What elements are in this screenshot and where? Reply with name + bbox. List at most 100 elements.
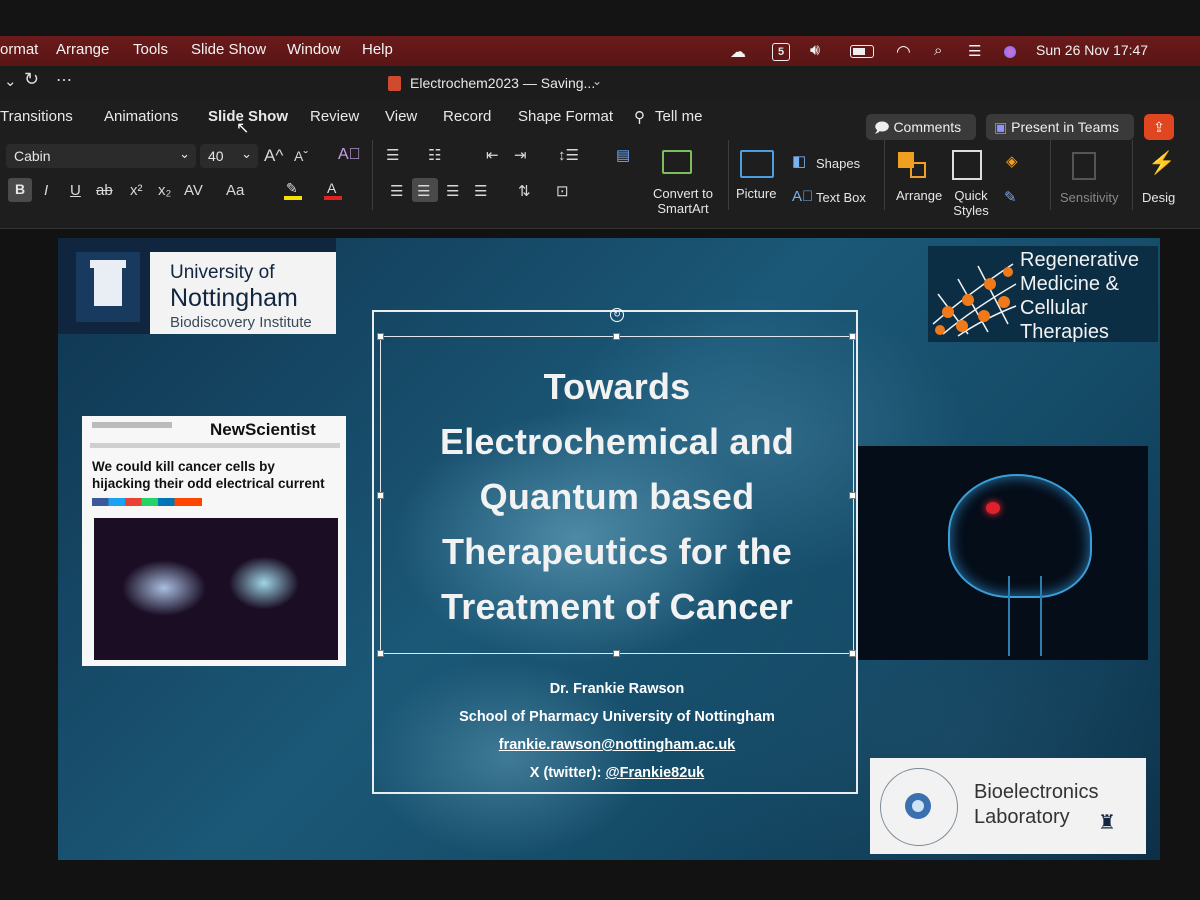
quick-styles-label[interactable]: Quick Styles <box>946 188 996 218</box>
comment-icon: 🗩︎ <box>874 119 890 135</box>
font-size-value: 40 <box>208 148 224 164</box>
tell-me[interactable]: Tell me <box>655 108 703 125</box>
resize-handle[interactable] <box>613 333 620 340</box>
menu-help[interactable]: Help <box>362 41 393 58</box>
wifi-icon[interactable]: ◠ <box>896 42 911 62</box>
lightbulb-icon[interactable]: ⚲ <box>634 108 645 126</box>
present-teams-button[interactable]: ▣ Present in Teams <box>986 114 1134 140</box>
designer-icon[interactable]: ⚡ <box>1148 150 1175 176</box>
align-text-icon[interactable]: ⊡ <box>556 182 569 200</box>
strikethrough-button[interactable]: ab <box>96 182 113 199</box>
control-center-icon[interactable]: ☰ <box>968 42 981 60</box>
author-email-link[interactable]: frankie.rawson@nottingham.ac.uk <box>380 737 854 753</box>
menu-tools[interactable]: Tools <box>133 41 168 58</box>
resize-handle[interactable] <box>613 650 620 657</box>
font-name-select[interactable]: Cabin ⌄ <box>6 144 196 168</box>
siri-icon[interactable] <box>1004 46 1016 58</box>
news-clipping[interactable]: NewScientist We could kill cancer cells … <box>82 416 346 666</box>
quick-styles-icon[interactable] <box>952 150 982 180</box>
increase-indent-icon[interactable]: ⇥ <box>514 146 527 164</box>
italic-button[interactable]: I <box>44 182 48 199</box>
menu-window[interactable]: Window <box>287 41 340 58</box>
creative-cloud-icon[interactable]: ☁ <box>730 42 746 62</box>
character-spacing-button[interactable]: AV <box>184 182 203 199</box>
title-chevron-icon[interactable]: ⌄ <box>592 74 602 88</box>
align-center-button[interactable]: ☰ <box>412 178 438 202</box>
decrease-font-icon[interactable]: Aˇ <box>294 148 308 164</box>
search-icon[interactable]: ⌕ <box>934 42 942 59</box>
picture-icon[interactable] <box>740 150 774 178</box>
s-app-icon[interactable]: 5 <box>772 43 790 61</box>
shape-outline-icon[interactable]: ✎ <box>1004 188 1017 206</box>
resize-handle[interactable] <box>377 333 384 340</box>
menu-format[interactable]: ormat <box>0 41 38 58</box>
title-bar: ⌄ ↻ ⋯ Electrochem2023 — Saving... ⌄ <box>0 66 1200 100</box>
tab-view[interactable]: View <box>385 108 417 125</box>
slide[interactable]: University of Nottingham Biodiscovery In… <box>58 238 1160 860</box>
resize-handle[interactable] <box>849 650 856 657</box>
font-color-button[interactable]: A <box>324 180 342 200</box>
font-color-swatch <box>324 196 342 200</box>
shape-fill-icon[interactable]: ◈ <box>1006 152 1018 170</box>
subscript-button[interactable]: x₂ <box>158 182 171 199</box>
castle-icon <box>76 252 140 322</box>
tab-animations[interactable]: Animations <box>104 108 178 125</box>
bioelectronics-logo[interactable]: Bioelectronics Laboratory ♜ <box>870 758 1146 854</box>
text-box-icon[interactable]: A⃞ <box>792 188 813 205</box>
twitter-label: X (twitter): <box>529 765 606 781</box>
battery-icon[interactable] <box>850 45 874 58</box>
more-icon[interactable]: ⋯ <box>56 70 72 90</box>
twitter-handle-link[interactable]: @Frankie82uk <box>605 765 704 781</box>
numbering-icon[interactable]: ☷ <box>428 146 441 164</box>
rotate-handle-icon[interactable]: ↻ <box>610 308 624 322</box>
shapes-icon[interactable]: ◧ <box>792 152 806 170</box>
convert-smartart-button[interactable] <box>654 150 714 180</box>
rmct-logo[interactable]: Regenerative Medicine & Cellular Therapi… <box>928 246 1158 343</box>
resize-handle[interactable] <box>849 333 856 340</box>
highlighter-icon: ✎ <box>286 180 298 196</box>
picture-label[interactable]: Picture <box>736 186 776 201</box>
text-direction-icon[interactable]: ⇅ <box>518 182 531 200</box>
castle-mini-icon: ♜ <box>1098 812 1116 834</box>
line-spacing-icon[interactable]: ↕☰ <box>558 146 579 164</box>
redo-icon[interactable]: ↻ <box>24 69 39 90</box>
resize-handle[interactable] <box>377 650 384 657</box>
superscript-button[interactable]: x² <box>130 182 143 199</box>
tab-transitions[interactable]: Transitions <box>0 108 73 125</box>
decrease-indent-icon[interactable]: ⇤ <box>486 146 499 164</box>
clock[interactable]: Sun 26 Nov 17:47 <box>1036 42 1148 58</box>
bold-button[interactable]: B <box>8 178 32 202</box>
align-left-icon[interactable]: ☰ <box>390 182 403 200</box>
change-case-button[interactable]: Aa <box>226 182 244 199</box>
bullets-icon[interactable]: ☰ <box>386 146 399 164</box>
tab-shape-format[interactable]: Shape Format <box>518 108 613 125</box>
neck <box>1008 576 1042 656</box>
bio-text: Bioelectronics Laboratory <box>974 780 1099 830</box>
shapes-label[interactable]: Shapes <box>816 156 860 171</box>
separator <box>1050 140 1051 210</box>
cell-grid-icon <box>932 263 1017 337</box>
menu-arrange[interactable]: Arrange <box>56 41 109 58</box>
brain-scan-image[interactable] <box>858 446 1148 660</box>
chevron-down-icon[interactable]: ⌄ <box>4 72 17 90</box>
share-button[interactable]: ⇪ <box>1144 114 1174 140</box>
arrange-label[interactable]: Arrange <box>896 188 942 203</box>
tab-review[interactable]: Review <box>310 108 359 125</box>
comments-button[interactable]: 🗩︎ Comments <box>866 114 976 140</box>
font-size-select[interactable]: 40 ⌄ <box>200 144 258 168</box>
align-right-icon[interactable]: ☰ <box>446 182 459 200</box>
justify-icon[interactable]: ☰ <box>474 182 487 200</box>
clear-format-icon[interactable]: A⃥ <box>338 146 361 164</box>
columns-icon[interactable]: ▤ <box>616 146 630 164</box>
menu-slide-show[interactable]: Slide Show <box>191 41 266 58</box>
text-box-label[interactable]: Text Box <box>816 190 866 205</box>
tab-record[interactable]: Record <box>443 108 491 125</box>
bold-label: B <box>15 181 26 197</box>
designer-label[interactable]: Desig <box>1142 190 1175 205</box>
arrange-icon[interactable] <box>898 152 928 180</box>
highlight-color-button[interactable]: ✎ <box>284 180 302 200</box>
uon-logo[interactable]: University of Nottingham Biodiscovery In… <box>58 238 336 334</box>
underline-button[interactable]: U <box>70 182 81 199</box>
volume-icon[interactable]: 🔊︎ <box>810 42 820 60</box>
increase-font-icon[interactable]: A^ <box>264 146 283 166</box>
